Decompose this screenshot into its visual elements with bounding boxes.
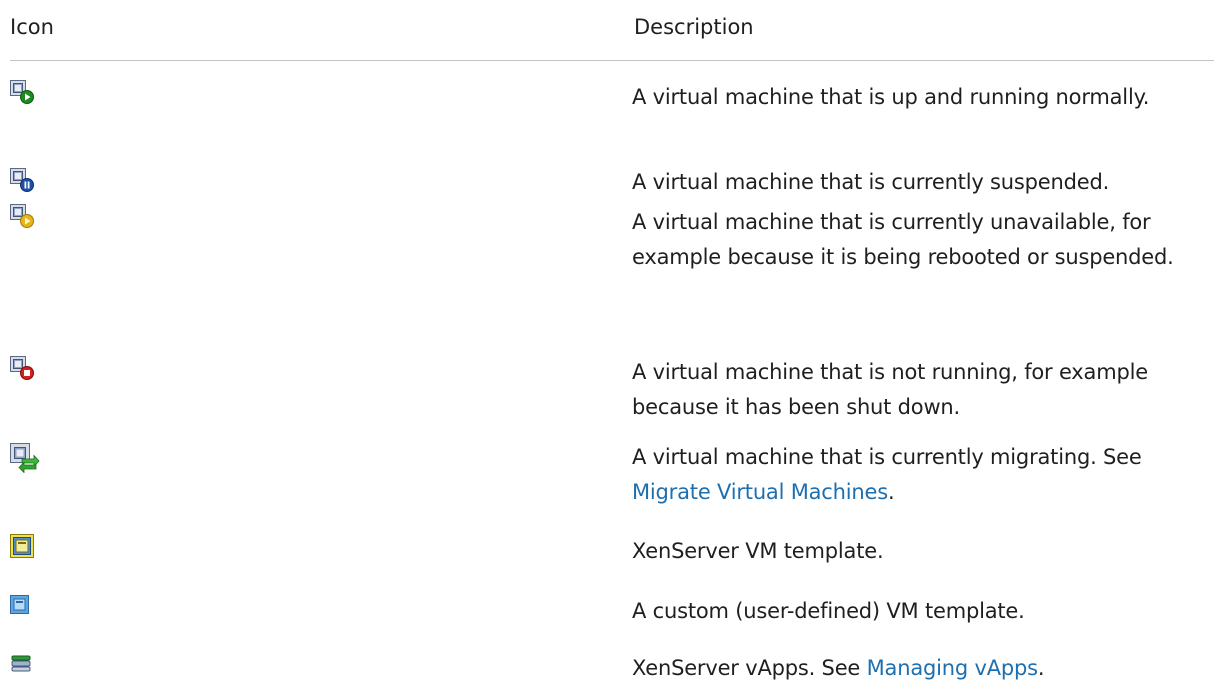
- xenserver-template-icon: [10, 534, 40, 564]
- row-description: A virtual machine that is currently unav…: [632, 210, 1174, 269]
- vm-unavailable-icon: [10, 204, 34, 228]
- vm-migrating-icon: [10, 443, 40, 473]
- migrate-virtual-machines-link[interactable]: Migrate Virtual Machines: [632, 480, 888, 504]
- icon-column-header: Icon: [10, 15, 54, 39]
- table-header: Icon Description: [10, 0, 1214, 61]
- custom-template-icon: [10, 595, 34, 619]
- vm-suspended-icon: [10, 168, 34, 192]
- row-description: A virtual machine that is currently migr…: [632, 445, 1142, 504]
- vm-icon-table: Icon Description A virtual machine that …: [10, 0, 1214, 680]
- vm-stopped-icon: [10, 356, 34, 380]
- row-description: A virtual machine that is up and running…: [632, 85, 1150, 109]
- vm-running-icon: [10, 80, 34, 104]
- description-column-header: Description: [634, 15, 754, 39]
- row-description: A custom (user-defined) VM template.: [632, 599, 1025, 623]
- row-description: XenServer VM template.: [632, 539, 884, 563]
- vapp-icon: [10, 653, 34, 677]
- row-description: A virtual machine that is not running, f…: [632, 360, 1148, 419]
- row-description: A virtual machine that is currently susp…: [632, 170, 1110, 194]
- managing-vapps-link[interactable]: Managing vApps: [867, 656, 1038, 680]
- row-description: XenServer vApps. See Managing vApps.: [632, 656, 1045, 680]
